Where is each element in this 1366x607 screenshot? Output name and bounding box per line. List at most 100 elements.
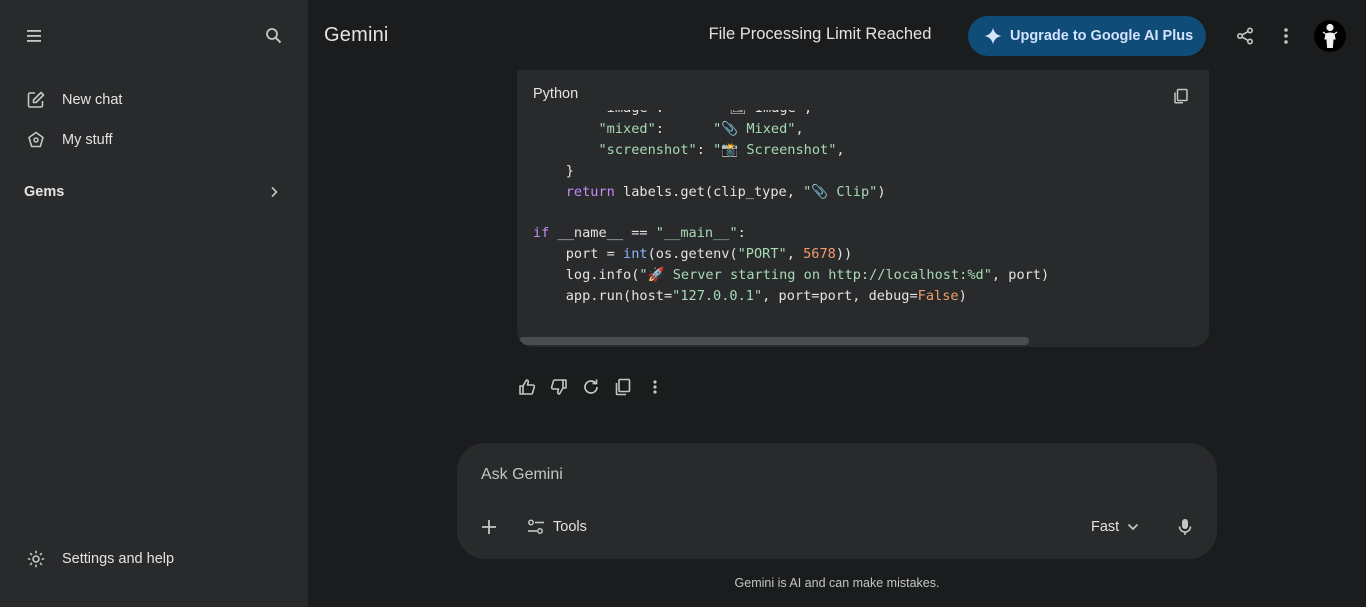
code-token: : bbox=[737, 225, 746, 242]
regenerate-button[interactable] bbox=[578, 374, 604, 400]
search-icon bbox=[266, 28, 282, 44]
code-token: log.info( bbox=[533, 267, 640, 284]
copy-icon bbox=[1174, 88, 1188, 104]
code-token: app.run(host= bbox=[533, 288, 673, 305]
code-line: log.info("🚀 Server starting on http://lo… bbox=[533, 267, 1049, 283]
code-token: "127.0.0.1" bbox=[672, 288, 763, 305]
prompt-composer: Tools Fast bbox=[457, 443, 1217, 559]
copy-response-button[interactable] bbox=[610, 374, 636, 400]
refresh-icon bbox=[584, 379, 598, 394]
stuff-icon bbox=[26, 130, 46, 150]
avatar-icon bbox=[1322, 23, 1338, 48]
model-mode-selector[interactable]: Fast bbox=[1081, 511, 1149, 543]
thumbs-up-button[interactable] bbox=[514, 374, 540, 400]
sidebar-item-label: Settings and help bbox=[62, 551, 175, 567]
add-attachment-button[interactable] bbox=[473, 511, 505, 543]
sidebar-item-gems[interactable]: Gems bbox=[12, 172, 296, 212]
code-line: port = int(os.getenv("PORT", 5678)) bbox=[533, 246, 853, 263]
microphone-button[interactable] bbox=[1169, 511, 1201, 543]
search-button[interactable] bbox=[254, 16, 294, 56]
ai-disclaimer: Gemini is AI and can make mistakes. bbox=[734, 576, 940, 590]
plus-icon bbox=[482, 520, 496, 534]
tools-button[interactable]: Tools bbox=[519, 511, 595, 543]
sidebar-item-settings[interactable]: Settings and help bbox=[12, 539, 296, 579]
code-token: "mixed" bbox=[598, 120, 656, 137]
code-line: } bbox=[533, 163, 574, 179]
code-token: "PORT" bbox=[737, 246, 787, 263]
chat-title: File Processing Limit Reached bbox=[708, 25, 932, 43]
code-token: ) bbox=[958, 288, 967, 305]
code-token: "📎 Clip" bbox=[803, 183, 878, 200]
chevron-right-icon bbox=[264, 182, 284, 202]
code-token: "📸 Screenshot" bbox=[713, 141, 837, 158]
chevron-down-icon bbox=[1128, 523, 1139, 531]
code-token: , port) bbox=[991, 267, 1050, 284]
code-token: "screenshot" bbox=[598, 141, 697, 158]
copy-code-button[interactable] bbox=[1169, 84, 1193, 108]
code-language-label: Python bbox=[533, 86, 579, 102]
code-horizontal-scrollbar[interactable] bbox=[519, 337, 1029, 345]
sidebar-item-label: My stuff bbox=[62, 132, 113, 148]
code-token: )) bbox=[835, 246, 853, 263]
copy-icon bbox=[615, 378, 631, 396]
sidebar-item-my-stuff[interactable]: My stuff bbox=[12, 120, 296, 160]
code-token: , port=port, debug= bbox=[762, 288, 918, 305]
thumbs-down-button[interactable] bbox=[546, 374, 572, 400]
code-line: if __name__ == "__main__": bbox=[533, 225, 746, 241]
menu-icon bbox=[27, 30, 41, 42]
code-line: return labels.get(clip_type, "📎 Clip") bbox=[533, 184, 886, 200]
more-vert-icon bbox=[1284, 28, 1288, 44]
prompt-input[interactable] bbox=[481, 463, 1081, 487]
thumbs-down-icon bbox=[550, 379, 567, 395]
code-token: "📎 Mixed" bbox=[713, 120, 796, 137]
code-token: : bbox=[696, 141, 714, 158]
upgrade-label: Upgrade to Google AI Plus bbox=[1010, 28, 1194, 44]
tools-label: Tools bbox=[553, 519, 587, 535]
code-token: if bbox=[533, 225, 550, 242]
brand-title[interactable]: Gemini bbox=[324, 24, 389, 47]
code-token: "🚀 Server starting on http://localhost:%… bbox=[639, 267, 992, 284]
code-token: int bbox=[623, 246, 648, 263]
code-area[interactable]: "image": "🖼 Image", "mixed": "📎 Mixed" , … bbox=[533, 110, 1193, 334]
share-button[interactable] bbox=[1225, 16, 1265, 56]
thumbs-up-icon bbox=[519, 379, 536, 395]
code-line: "screenshot": "📸 Screenshot", bbox=[533, 141, 845, 158]
code-line: "mixed": "📎 Mixed", bbox=[533, 120, 804, 137]
mode-label: Fast bbox=[1091, 519, 1120, 535]
code-token: , bbox=[786, 246, 804, 263]
sidebar-item-new-chat[interactable]: New chat bbox=[12, 80, 296, 120]
sidebar: New chat My stuff Gems Settings and help bbox=[0, 0, 308, 607]
gemini-app: New chat My stuff Gems Settings and help… bbox=[0, 0, 1366, 607]
code-token: : bbox=[655, 120, 714, 137]
menu-button[interactable] bbox=[16, 16, 56, 56]
response-more-button[interactable] bbox=[642, 374, 668, 400]
code-token: , bbox=[836, 141, 845, 158]
code-token: port = bbox=[533, 246, 624, 263]
share-icon bbox=[1236, 27, 1254, 45]
code-token: "image": "🖼 Image", bbox=[533, 110, 812, 116]
code-token: 5678 bbox=[803, 246, 836, 263]
sidebar-item-label: New chat bbox=[62, 92, 123, 108]
code-token: , bbox=[795, 120, 804, 137]
code-token: labels.get(clip_type, bbox=[614, 183, 804, 200]
upgrade-button[interactable]: Upgrade to Google AI Plus bbox=[968, 16, 1206, 56]
code-text: "image": "🖼 Image", "mixed": "📎 Mixed" , … bbox=[533, 110, 1049, 307]
code-token: } bbox=[533, 162, 574, 179]
code-token: ) bbox=[877, 183, 886, 200]
edit-icon bbox=[26, 90, 46, 110]
more-vert-icon bbox=[653, 380, 657, 394]
code-token: (os.getenv( bbox=[647, 246, 738, 263]
code-block: Python "image": "🖼 Image", "mixed": "📎 M… bbox=[517, 70, 1209, 347]
code-token: return bbox=[565, 183, 615, 200]
code-token: False bbox=[917, 288, 959, 305]
code-token: __name__ == bbox=[549, 225, 656, 242]
code-line: app.run(host="127.0.0.1", port=port, deb… bbox=[533, 288, 967, 304]
avatar[interactable] bbox=[1314, 20, 1346, 52]
tools-icon bbox=[528, 519, 544, 534]
gems-label: Gems bbox=[24, 184, 65, 200]
microphone-icon bbox=[1178, 519, 1192, 535]
more-options-button[interactable] bbox=[1266, 16, 1306, 56]
